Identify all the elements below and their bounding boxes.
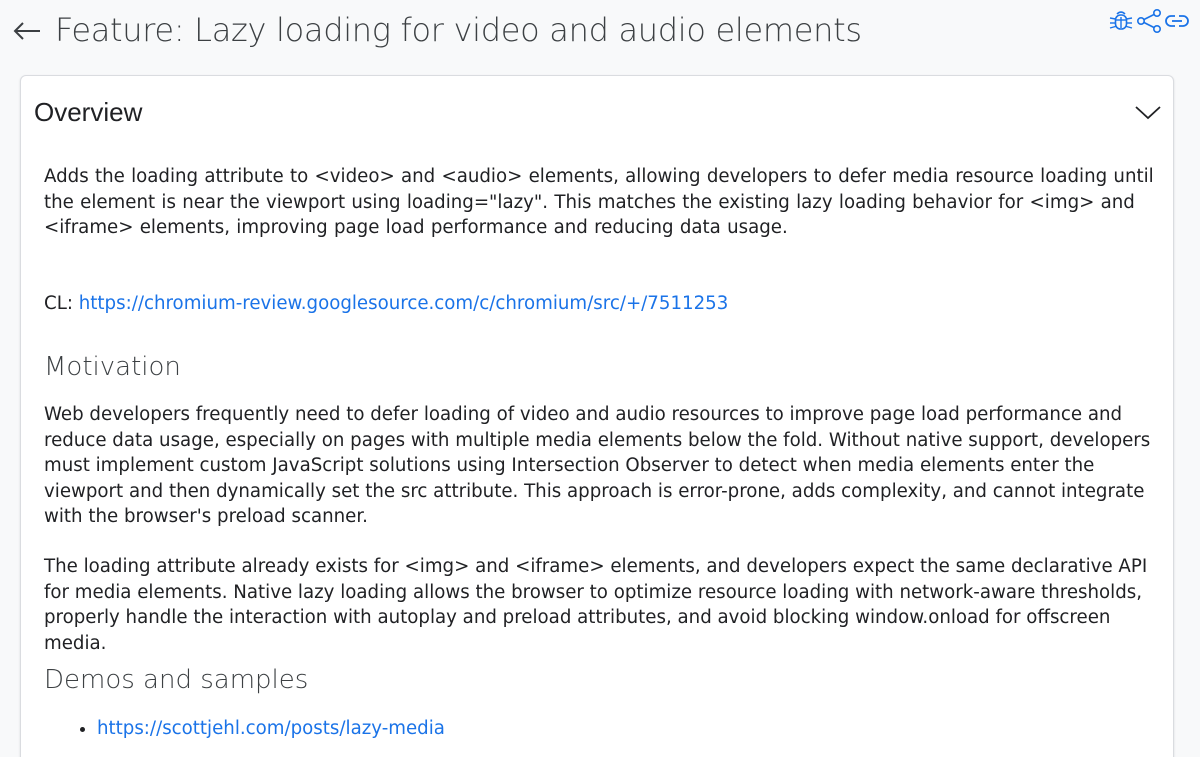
copy-link-button[interactable] <box>1164 8 1190 34</box>
overview-card-header[interactable]: Overview <box>21 76 1173 152</box>
bug-icon <box>1109 11 1133 30</box>
list-item: https://scottjehl.com/posts/lazy-media <box>97 716 445 742</box>
feature-page: Feature: Lazy loading for video and audi… <box>0 0 1200 757</box>
back-button[interactable] <box>10 14 44 48</box>
page-header: Feature: Lazy loading for video and audi… <box>0 0 1200 68</box>
overview-card: Overview Adds the loading attribute to <… <box>20 75 1174 757</box>
demos-heading: Demos and samples <box>44 665 309 695</box>
back-arrow-icon <box>13 22 40 40</box>
motivation-heading: Motivation <box>44 352 181 382</box>
link-icon <box>1165 15 1189 27</box>
overview-description: Adds the loading attribute to <video> an… <box>44 166 1154 238</box>
motivation-paragraph: Web developers frequently need to defer … <box>44 404 1151 527</box>
chevron-down-icon[interactable] <box>1133 100 1163 124</box>
demos-list: https://scottjehl.com/posts/lazy-media <box>44 716 445 742</box>
share-icon <box>1136 8 1161 33</box>
demo-link[interactable]: https://scottjehl.com/posts/lazy-media <box>97 718 445 739</box>
overview-title: Overview <box>34 97 143 127</box>
cl-line: CL: https://chromium-review.googlesource… <box>44 291 728 317</box>
page-title: Feature: Lazy loading for video and audi… <box>55 11 862 49</box>
motivation-paragraph: The loading attribute already exists for… <box>44 556 1148 654</box>
report-bug-button[interactable] <box>1108 8 1134 34</box>
cl-link[interactable]: https://chromium-review.googlesource.com… <box>79 293 729 314</box>
header-actions <box>1108 8 1190 34</box>
share-button[interactable] <box>1136 8 1162 34</box>
cl-label: CL: <box>44 293 73 314</box>
